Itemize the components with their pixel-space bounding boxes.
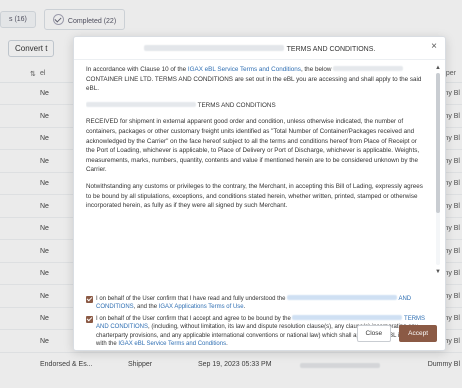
scroll-thumb[interactable] [436, 73, 440, 213]
accept-button[interactable]: Accept [399, 325, 437, 342]
close-button[interactable]: Close [356, 325, 392, 342]
redacted-company-name [86, 101, 196, 107]
checkbox-checked-icon[interactable] [86, 315, 93, 323]
modal-divider [74, 59, 445, 60]
redacted-company-name [292, 314, 403, 320]
redacted-company-name [333, 66, 404, 71]
agree1-text-a: I on behalf of the User confirm that I h… [96, 296, 288, 302]
terms-modal: TERMS AND CONDITIONS. × In accordance wi… [73, 36, 446, 351]
igax-terms-link[interactable]: IGAX eBL Service Terms and Conditions [188, 66, 301, 73]
agree1-text-d: . [243, 304, 246, 311]
intro-text-a: In accordance with Clause 10 of the [86, 66, 188, 73]
modal-title: TERMS AND CONDITIONS. [74, 45, 445, 53]
checkbox-checked-icon[interactable] [86, 296, 93, 303]
terms-content[interactable]: In accordance with Clause 10 of the IGAX… [86, 65, 426, 275]
received-paragraph: RECEIVED for shipment in external appare… [86, 118, 420, 174]
agree2-text-d: . [226, 341, 228, 348]
content-scrollbar[interactable]: ▲ ▼ [435, 65, 441, 275]
scroll-down-icon[interactable]: ▼ [435, 269, 441, 275]
igax-ebl-terms-link[interactable]: IGAX eBL Service Terms and Conditions [118, 341, 226, 347]
agreement-checkboxes: I on behalf of the User confirm that I h… [86, 295, 436, 351]
notwithstanding-paragraph: Notwithstanding any customs or privilege… [86, 182, 423, 210]
redacted-company-name [287, 295, 398, 300]
agree1-text-c: , and the [133, 304, 159, 311]
scroll-up-icon[interactable]: ▲ [435, 65, 441, 71]
agreement-read-understood[interactable]: I on behalf of the User confirm that I h… [86, 295, 436, 312]
section-heading: TERMS AND CONDITIONS [86, 101, 426, 111]
igax-app-terms-link[interactable]: IGAX Applications Terms of Use [159, 304, 244, 310]
agree2-text-a: I on behalf of the User confirm that I a… [96, 315, 293, 322]
intro-paragraph: In accordance with Clause 10 of the IGAX… [86, 65, 426, 94]
section-heading-text: TERMS AND CONDITIONS [197, 101, 276, 109]
intro-text-c: CONTAINER LINE LTD. TERMS AND CONDITIONS… [86, 75, 422, 93]
redacted-company-name [143, 45, 284, 51]
close-icon[interactable]: × [431, 41, 437, 52]
modal-title-text: TERMS AND CONDITIONS. [286, 46, 376, 53]
modal-footer: Close Accept [356, 325, 437, 342]
intro-text-b: , the below [300, 66, 332, 73]
